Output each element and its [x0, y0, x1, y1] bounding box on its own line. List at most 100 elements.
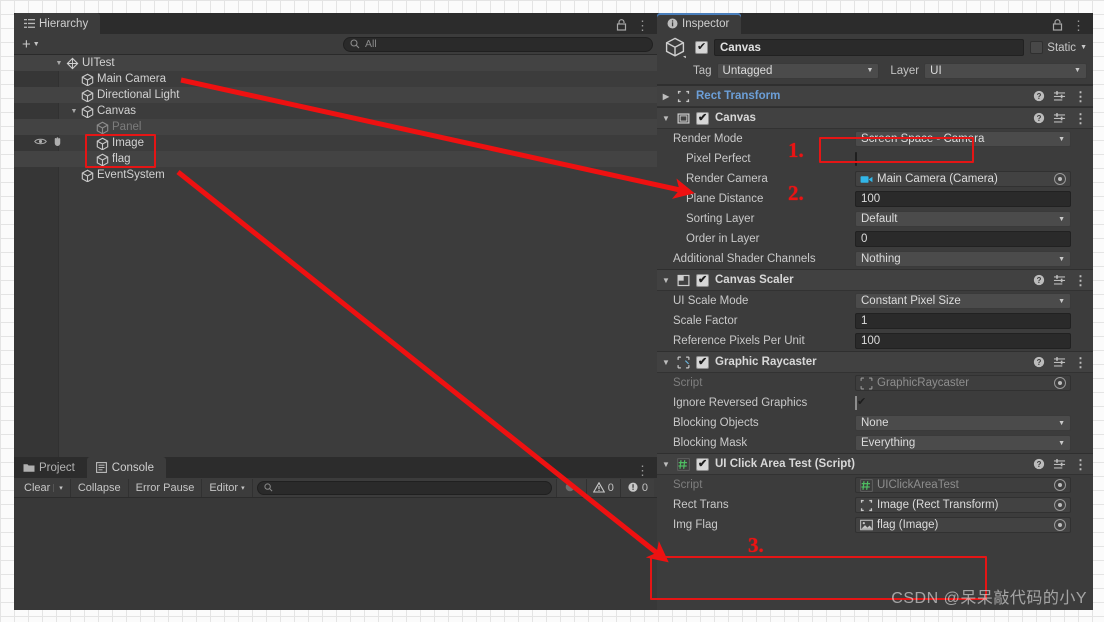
- chevron-down-icon: ▼: [1058, 439, 1065, 447]
- property-label: Blocking Mask: [673, 437, 748, 449]
- collapse-triangle-icon[interactable]: ▼: [661, 358, 671, 367]
- tab-inspector[interactable]: Inspector: [657, 13, 742, 34]
- dropdown-sorting-layer[interactable]: Default ▼: [855, 211, 1071, 227]
- kebab-menu-icon[interactable]: ⋮: [1074, 356, 1087, 369]
- tab-project[interactable]: Project: [14, 457, 87, 478]
- collapse-triangle-icon[interactable]: ▼: [661, 114, 671, 123]
- component-header-rect-transform[interactable]: ▶ Rect Transform? ⋮: [657, 85, 1093, 107]
- object-field-script[interactable]: GraphicRaycaster: [855, 375, 1071, 391]
- text-field-scale-factor[interactable]: 1: [855, 313, 1071, 329]
- kebab-menu-icon[interactable]: ⋮: [636, 464, 649, 477]
- collapse-triangle-icon[interactable]: ▼: [661, 276, 671, 285]
- object-name-field[interactable]: Canvas: [714, 39, 1025, 56]
- dropdown-additional-shader-channels[interactable]: Nothing ▼: [855, 251, 1071, 267]
- hierarchy-tree[interactable]: ▼ UITest Main Camera Directional Light ▼ Canv…: [14, 55, 657, 457]
- dropdown-render-mode[interactable]: Screen Space - Camera ▼: [855, 131, 1071, 147]
- tag-dropdown[interactable]: Untagged ▼: [716, 62, 880, 79]
- object-field-rect-trans[interactable]: Image (Rect Transform): [855, 497, 1071, 513]
- property-value: 1: [855, 313, 1071, 329]
- error-count-toggle[interactable]: 0: [619, 478, 654, 497]
- object-enabled-checkbox[interactable]: [695, 40, 708, 54]
- dropdown-ui-scale-mode[interactable]: Constant Pixel Size ▼: [855, 293, 1071, 309]
- console-tabbar: Project Console ⋮: [14, 457, 657, 478]
- object-field-script[interactable]: UIClickAreaTest: [855, 477, 1071, 493]
- collapse-button[interactable]: Collapse: [71, 478, 129, 497]
- kebab-menu-icon[interactable]: ⋮: [636, 19, 649, 32]
- layer-dropdown[interactable]: UI ▼: [924, 62, 1087, 79]
- hierarchy-search-input[interactable]: All: [343, 36, 653, 52]
- error-pause-button[interactable]: Error Pause: [129, 478, 203, 497]
- static-toggle[interactable]: Static ▼: [1030, 41, 1087, 54]
- expand-triangle-icon[interactable]: ▼: [69, 108, 79, 115]
- log-count-toggle[interactable]: [555, 478, 586, 497]
- object-picker-icon[interactable]: [1054, 479, 1066, 491]
- hierarchy-item-image[interactable]: Image: [14, 135, 657, 151]
- message-icon: [564, 482, 576, 493]
- checkbox-pixel-perfect[interactable]: [855, 152, 857, 166]
- eye-icon[interactable]: [34, 137, 47, 149]
- kebab-menu-icon[interactable]: ⋮: [1074, 112, 1087, 125]
- component-title: Rect Transform: [696, 90, 781, 102]
- object-picker-icon[interactable]: [1054, 499, 1066, 511]
- text-field-order-in-layer[interactable]: 0: [855, 231, 1071, 247]
- kebab-menu-icon[interactable]: ⋮: [1074, 458, 1087, 471]
- tab-console[interactable]: Console: [86, 457, 166, 478]
- property-row-plane-distance: Plane Distance 100: [657, 189, 1093, 209]
- watermark-text: CSDN @呆呆敲代码的小Y: [891, 590, 1087, 607]
- hierarchy-item-flag[interactable]: flag: [14, 151, 657, 167]
- hierarchy-item-canvas[interactable]: ▼ Canvas: [14, 103, 657, 119]
- static-checkbox[interactable]: [1030, 41, 1044, 54]
- object-picker-icon[interactable]: [1054, 377, 1066, 389]
- hand-picking-icon[interactable]: [52, 136, 63, 150]
- chevron-down-icon[interactable]: ▾: [53, 483, 63, 492]
- object-picker-icon[interactable]: [1054, 519, 1066, 531]
- collapse-label: Collapse: [77, 481, 121, 494]
- text-field-plane-distance[interactable]: 100: [855, 191, 1071, 207]
- hierarchy-item-panel[interactable]: Panel: [14, 119, 657, 135]
- hierarchy-item-main-camera[interactable]: Main Camera: [14, 71, 657, 87]
- component-enabled-checkbox[interactable]: [696, 273, 709, 287]
- editor-label: Editor: [209, 481, 239, 494]
- object-name-value: Canvas: [720, 41, 761, 54]
- chevron-down-icon[interactable]: ▼: [1080, 44, 1087, 51]
- dropdown-blocking-mask[interactable]: Everything ▼: [855, 435, 1071, 451]
- console-search-input[interactable]: [256, 480, 552, 495]
- component-enabled-checkbox[interactable]: [696, 111, 709, 125]
- lock-icon[interactable]: [1052, 19, 1063, 31]
- kebab-menu-icon[interactable]: ⋮: [1074, 274, 1087, 287]
- hierarchy-item-directional-light[interactable]: Directional Light: [14, 87, 657, 103]
- component-enabled-checkbox[interactable]: [696, 457, 709, 471]
- expand-triangle-icon[interactable]: ▶: [661, 92, 671, 101]
- preset-icon: [1053, 90, 1066, 102]
- object-field-render-camera[interactable]: Main Camera (Camera): [855, 171, 1071, 187]
- collapse-triangle-icon[interactable]: ▼: [661, 460, 671, 469]
- hierarchy-item-eventsystem[interactable]: EventSystem: [14, 167, 657, 183]
- kebab-menu-icon[interactable]: ⋮: [1074, 90, 1087, 103]
- object-picker-icon[interactable]: [1054, 173, 1066, 185]
- error-count: 0: [641, 481, 648, 494]
- component-header-graphic-raycaster[interactable]: ▼Graphic Raycaster?⋮: [657, 351, 1093, 373]
- text-field-reference-pixels-per-unit[interactable]: 100: [855, 333, 1071, 349]
- console-log-list[interactable]: [14, 498, 657, 610]
- visibility-toggles[interactable]: [34, 135, 63, 151]
- kebab-menu-icon[interactable]: ⋮: [1072, 19, 1085, 32]
- object-field-img-flag[interactable]: flag (Image): [855, 517, 1071, 533]
- hierarchy-item-uitest[interactable]: ▼ UITest: [14, 55, 657, 71]
- component-enabled-checkbox[interactable]: [696, 355, 709, 369]
- component-header-canvas-scaler[interactable]: ▼Canvas Scaler?⋮: [657, 269, 1093, 291]
- component-header-canvas[interactable]: ▼Canvas?⋮: [657, 107, 1093, 129]
- checkbox-ignore-reversed-graphics[interactable]: [855, 396, 857, 410]
- gameobject-icon: [81, 89, 94, 102]
- tab-hierarchy[interactable]: Hierarchy: [14, 13, 101, 34]
- warning-count-toggle[interactable]: 0: [585, 478, 620, 497]
- expand-triangle-icon[interactable]: ▼: [54, 60, 64, 67]
- folder-icon: [23, 462, 35, 474]
- lock-icon[interactable]: [616, 19, 627, 31]
- inspector-components-list[interactable]: ▶Rect Transform?⋮▼Canvas?⋮Render ModeScr…: [657, 85, 1093, 610]
- create-object-button[interactable]: + ▼: [18, 37, 44, 52]
- property-row-blocking-objects: Blocking Objects None ▼: [657, 413, 1093, 433]
- editor-dropdown-button[interactable]: Editor ▾: [202, 478, 253, 497]
- component-header-ui-click-area-test[interactable]: ▼UI Click Area Test (Script)?⋮: [657, 453, 1093, 475]
- clear-button[interactable]: Clear ▾: [17, 478, 71, 497]
- dropdown-blocking-objects[interactable]: None ▼: [855, 415, 1071, 431]
